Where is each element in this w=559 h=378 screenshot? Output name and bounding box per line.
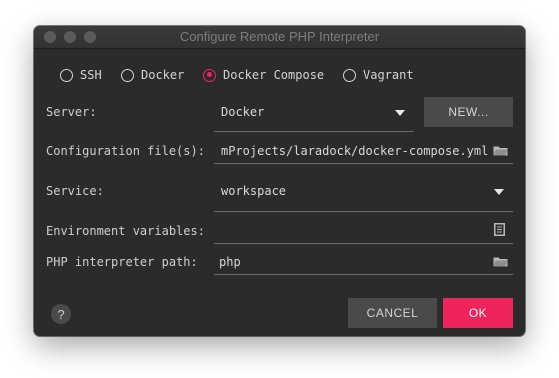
radio-ssh-indicator[interactable] [60,68,73,82]
radio-ssh-label: SSH [80,68,102,82]
service-dropdown[interactable]: workspace [214,176,513,212]
service-value: workspace [221,184,287,198]
radio-vagrant[interactable]: Vagrant [343,66,414,84]
window-title: Configure Remote PHP Interpreter [179,29,380,44]
new-server-button[interactable]: NEW... [424,97,513,127]
php-path-field[interactable]: php [214,248,513,275]
config-files-value: mProjects/laradock/docker-compose.yml [221,144,489,158]
dialog-window: Configure Remote PHP Interpreter SSH Doc… [34,26,525,336]
ok-button[interactable]: OK [443,298,513,328]
document-icon[interactable] [494,223,505,236]
service-label: Service: [46,184,104,198]
env-vars-label: Environment variables: [46,224,205,238]
server-label: Server: [46,105,97,119]
server-value: Docker [221,105,265,119]
radio-docker-compose[interactable]: Docker Compose [203,66,324,84]
php-path-value: php [219,255,241,269]
cancel-button[interactable]: CANCEL [348,298,437,328]
chevron-down-icon[interactable] [494,189,504,195]
folder-icon[interactable] [493,256,508,267]
radio-ssh[interactable]: SSH [60,66,102,84]
radio-docker-label: Docker [141,68,185,82]
env-vars-field[interactable] [214,216,513,244]
chevron-down-icon[interactable] [395,110,405,116]
radio-docker-indicator[interactable] [121,68,134,82]
config-files-label: Configuration file(s): [46,144,205,158]
config-files-field[interactable]: mProjects/laradock/docker-compose.yml [214,137,513,164]
radio-docker[interactable]: Docker [121,66,184,84]
radio-docker-compose-indicator[interactable] [203,68,216,82]
server-dropdown[interactable]: Docker [214,97,414,132]
radio-docker-compose-label: Docker Compose [223,68,325,82]
radio-vagrant-label: Vagrant [363,68,414,82]
help-button[interactable]: ? [51,304,71,324]
php-path-label: PHP interpreter path: [46,255,198,269]
radio-vagrant-indicator[interactable] [343,68,356,82]
title-bar: Configure Remote PHP Interpreter [34,26,525,49]
folder-icon[interactable] [493,145,508,156]
